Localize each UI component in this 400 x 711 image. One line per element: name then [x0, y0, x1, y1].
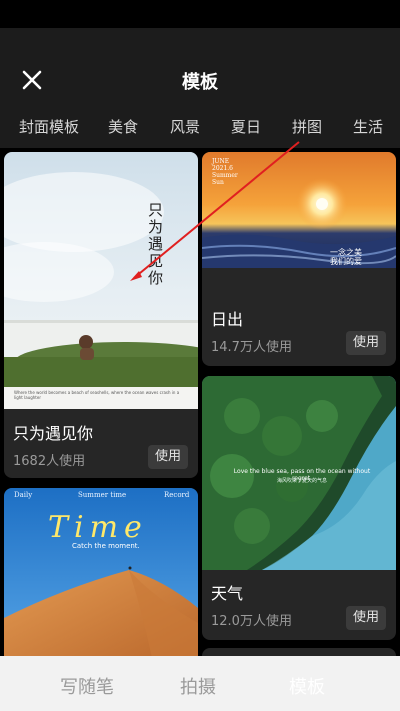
- template-thumbnail[interactable]: 只为遇见你 Where the world becomes a beach of…: [4, 152, 198, 409]
- nav-shoot[interactable]: 拍摄: [180, 673, 216, 699]
- poster-script-text: 一念之美 我们的爱: [330, 248, 362, 266]
- template-card-partial[interactable]: [202, 648, 396, 656]
- nav-template[interactable]: 模板: [289, 673, 325, 699]
- poster-header-right: Record: [164, 491, 190, 499]
- tab-food[interactable]: 美食: [108, 116, 138, 137]
- template-card-sunrise[interactable]: JUNE 2021.6 Summer Sun 一念之美 我们的爱 日出 14.7…: [202, 152, 396, 366]
- template-card-meet-you[interactable]: 只为遇见你 Where the world becomes a beach of…: [4, 152, 198, 478]
- category-tabs: 封面模板 美食 风景 夏日 拼图 生活: [0, 104, 400, 148]
- template-title: 日出: [211, 310, 244, 329]
- use-button[interactable]: 使用: [346, 606, 386, 630]
- template-thumbnail[interactable]: JUNE 2021.6 Summer Sun 一念之美 我们的爱: [202, 152, 396, 268]
- poster-footer-text: Where the world becomes a beach of seash…: [14, 390, 180, 400]
- poster-header-center: Summer time: [78, 491, 127, 499]
- poster-vertical-text: 只为遇见你: [148, 201, 164, 287]
- poster-tagline: Catch the moment.: [72, 542, 140, 550]
- template-title: 只为遇见你: [13, 424, 94, 443]
- poster-script-word: Time: [48, 510, 148, 545]
- template-thumbnail[interactable]: Daily Summer time Record Time Catch the …: [4, 488, 198, 656]
- tab-collage[interactable]: 拼图: [292, 116, 322, 137]
- use-button[interactable]: 使用: [346, 331, 386, 355]
- template-thumbnail[interactable]: Love the blue sea, pass on the ocean wit…: [202, 376, 396, 570]
- nav-write-essay[interactable]: 写随笔: [60, 673, 114, 699]
- status-bar: [0, 0, 400, 28]
- tab-cover-template[interactable]: 封面模板: [19, 116, 79, 137]
- usage-count: 12.0万人使用: [211, 614, 292, 629]
- usage-count: 1682人使用: [13, 454, 86, 469]
- use-button[interactable]: 使用: [148, 445, 188, 469]
- tab-life[interactable]: 生活: [353, 116, 383, 137]
- poster-subcaption: 海风吹来了夏天的气息: [276, 478, 327, 484]
- template-card-time[interactable]: Daily Summer time Record Time Catch the …: [4, 488, 198, 656]
- poster-date-text: JUNE 2021.6 Summer Sun: [212, 158, 238, 186]
- tab-scenery[interactable]: 风景: [170, 116, 200, 137]
- bottom-nav: 写随笔 拍摄 模板: [0, 656, 400, 711]
- page-title: 模板: [182, 72, 218, 93]
- template-title: 天气: [211, 584, 244, 603]
- poster-header-left: Daily: [14, 491, 33, 499]
- template-grid: 只为遇见你 Where the world becomes a beach of…: [0, 148, 400, 656]
- template-card-weather[interactable]: Love the blue sea, pass on the ocean wit…: [202, 376, 396, 640]
- usage-count: 14.7万人使用: [211, 340, 292, 355]
- tab-summer[interactable]: 夏日: [231, 116, 261, 137]
- header: 模板: [0, 28, 400, 104]
